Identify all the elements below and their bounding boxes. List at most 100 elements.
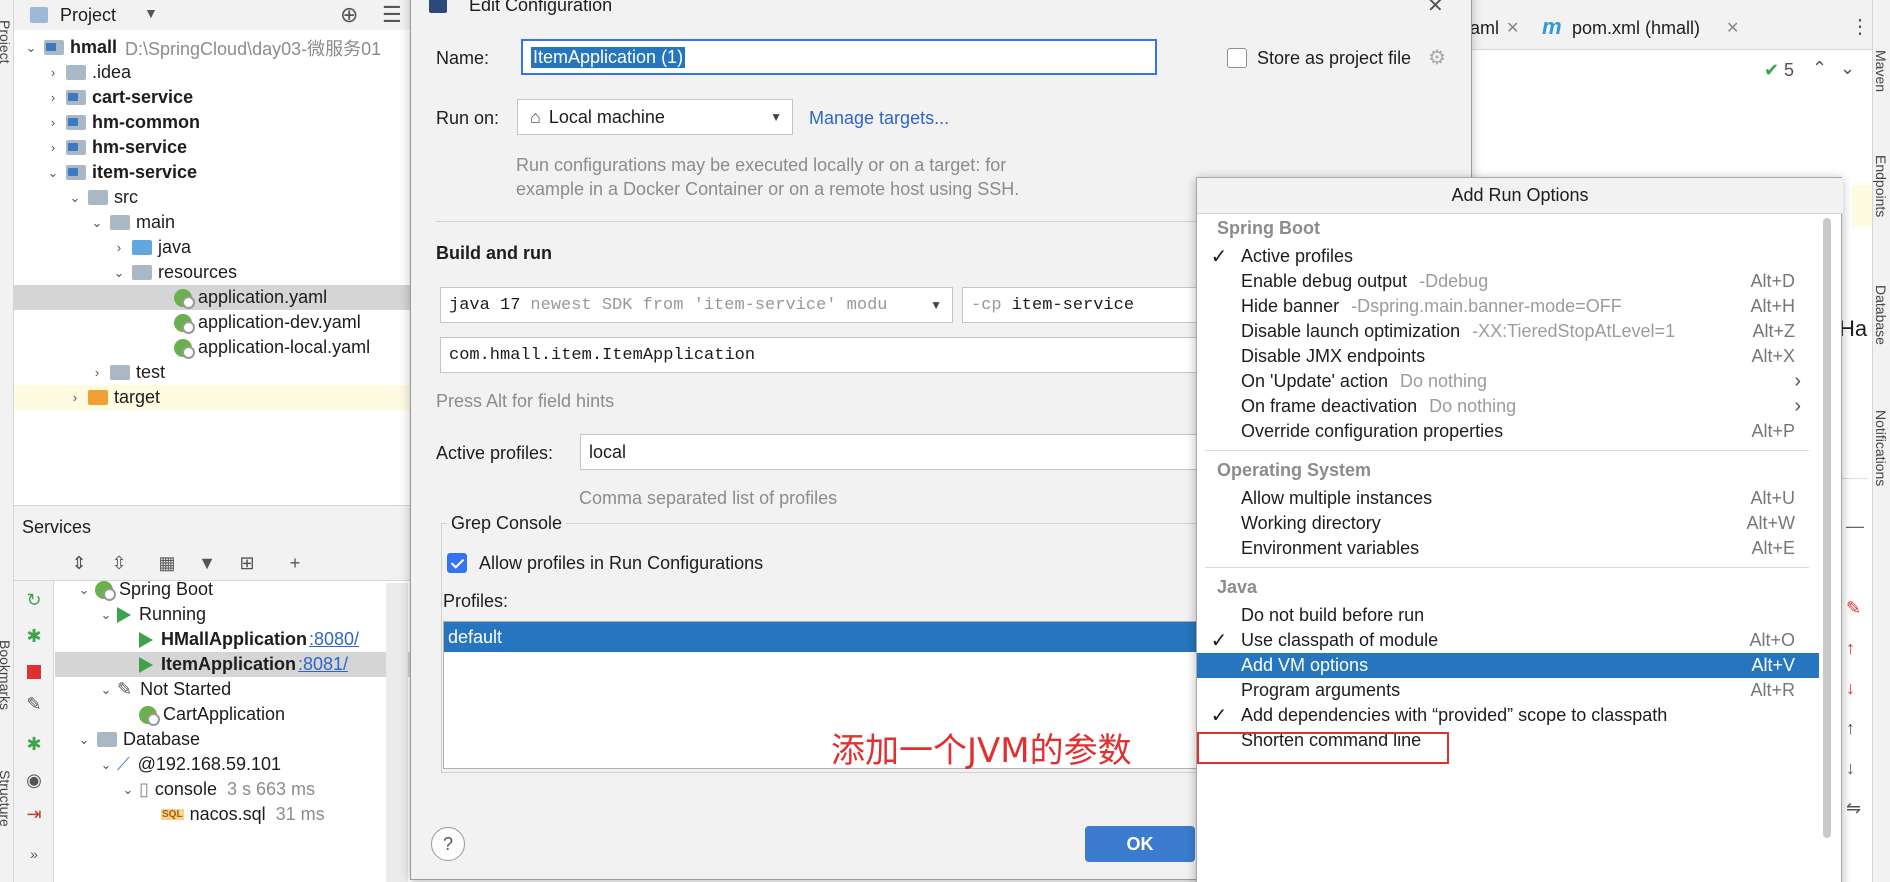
run-option-item[interactable]: Allow multiple instances Alt+U [1197,486,1819,511]
manage-targets-link[interactable]: Manage targets... [809,108,949,129]
project-tool-tab[interactable]: Project [0,20,13,64]
project-tree-item[interactable]: › target [14,385,412,410]
run-option-item[interactable]: Environment variables Alt+E [1197,536,1819,561]
project-tree-item[interactable]: application.yaml [14,285,412,310]
project-tree-item[interactable]: ⌄ hmall D:\SpringCloud\day03-微服务01 [14,35,412,60]
project-tree-item[interactable]: ⌄ item-service [14,160,412,185]
next-icon[interactable]: ⌄ [1840,58,1855,79]
gear-icon[interactable]: ⚙ [1428,45,1446,70]
services-tree-item[interactable]: ⌄ ✎ Not Started [55,677,412,702]
classpath-module-select[interactable]: -cp item-service [962,287,1202,323]
minimize-icon[interactable]: — [1846,516,1864,537]
chevron-down-icon[interactable]: ⌄ [77,732,91,748]
chevron-down-icon[interactable]: ⌄ [112,265,126,281]
project-tree-item[interactable]: ⌄ resources [14,260,412,285]
sdk-select[interactable]: java 17 newest SDK from 'item-service' m… [440,287,953,323]
chevron-right-icon[interactable]: › [46,115,60,130]
name-input[interactable]: ItemApplication (1) [521,39,1157,75]
services-tree-item[interactable]: CartApplication [55,702,412,727]
tab-yaml[interactable]: aml [1470,18,1499,39]
chevron-down-icon[interactable]: ⌄ [46,165,60,181]
chevron-right-icon[interactable]: › [46,90,60,105]
store-as-project-file-checkbox[interactable] [1227,48,1247,68]
chevron-down-icon[interactable]: ⌄ [24,40,38,56]
service-port-link[interactable]: :8080/ [309,629,359,650]
project-tree-item[interactable]: ⌄ main [14,210,412,235]
chevron-down-icon[interactable]: ⌄ [99,607,113,623]
project-tree-item[interactable]: › java [14,235,412,260]
run-option-item[interactable]: Do not build before run [1197,603,1819,628]
project-tree-item[interactable]: › hm-common [14,110,412,135]
run-option-item[interactable]: Hide banner -Dspring.main.banner-mode=OFF… [1197,294,1819,319]
more-icon[interactable]: ⋮ [1850,14,1870,39]
services-tree-item[interactable]: ⌄ Spring Boot [55,581,412,602]
project-tree-item[interactable]: › test [14,360,412,385]
previous-icon[interactable]: ⌃ [1812,58,1827,79]
ok-button[interactable]: OK [1085,826,1195,862]
notifications-tool-tab[interactable]: Notifications [1873,410,1889,486]
chevron-down-icon[interactable]: ⌄ [99,682,113,698]
structure-tool-tab[interactable]: Structure [0,770,13,827]
filter-icon[interactable]: ▼ [196,552,218,574]
close-icon[interactable]: ✕ [1726,18,1739,38]
chevron-down-icon[interactable]: ⌄ [90,215,104,231]
run-option-item[interactable]: Add VM options Alt+V [1197,653,1819,678]
more-icon[interactable]: » [23,843,45,865]
collapse-all-icon[interactable]: ⇳ [108,552,130,574]
edit-icon[interactable]: ✎ [1846,598,1861,619]
bookmarks-tool-tab[interactable]: Bookmarks [0,640,13,710]
expand-all-icon[interactable]: ⇕ [68,552,90,574]
project-tree-item[interactable]: application-local.yaml [14,335,412,360]
services-scrollbar[interactable] [386,583,408,882]
new-tab-icon[interactable]: ⊞ [236,552,258,574]
run-option-item[interactable]: ✓ Active profiles [1197,244,1819,269]
run-option-item[interactable]: Program arguments Alt+R [1197,678,1819,703]
database-tool-tab[interactable]: Database [1873,285,1889,345]
allow-profiles-checkbox[interactable] [447,553,467,573]
arrow-down-icon[interactable]: ↓ [1846,678,1855,699]
help-button[interactable]: ? [431,827,465,861]
close-icon[interactable]: ✕ [1506,18,1519,38]
project-panel-title[interactable]: Project [60,5,116,26]
inspection-ok-icon[interactable]: ✔ [1764,60,1779,81]
run-option-item[interactable]: ✓ Add dependencies with “provided” scope … [1197,703,1819,728]
project-tree-item[interactable]: ⌄ src [14,185,412,210]
wrench-icon[interactable]: ✎ [23,693,45,715]
attach-icon[interactable]: ✱ [23,733,45,755]
maven-tool-tab[interactable]: Maven [1873,50,1889,92]
run-option-item[interactable]: On frame deactivation Do nothing › [1197,394,1819,419]
rerun-icon[interactable]: ↻ [23,589,45,611]
chevron-down-icon[interactable]: ▼ [144,5,158,21]
chevron-down-icon[interactable]: ⌄ [77,582,91,598]
run-option-item[interactable]: On 'Update' action Do nothing › [1197,369,1819,394]
tab-pom-xml[interactable]: pom.xml (hmall) [1572,18,1700,39]
run-option-item[interactable]: ✓ Use classpath of module Alt+O [1197,628,1819,653]
profiles-list-item[interactable]: default [444,622,1202,652]
services-tree-item[interactable]: ⌄ Database [55,727,412,752]
chevron-right-icon[interactable]: › [46,65,60,80]
services-tree-item[interactable]: ⌄ Running [55,602,412,627]
add-service-icon[interactable]: + [284,552,306,574]
arrow-up-icon[interactable]: ↑ [1846,718,1855,739]
services-tree-item[interactable]: HMallApplication:8080/ [55,627,412,652]
active-profiles-input[interactable]: local [580,434,1202,470]
locate-icon[interactable]: ⊕ [340,2,358,28]
chevron-down-icon[interactable]: ⌄ [99,757,113,773]
services-tree-item[interactable]: SQL nacos.sql 31 ms [55,802,412,827]
project-tree-item[interactable]: › .idea [14,60,412,85]
run-on-select[interactable]: ⌂ Local machine ▼ [517,99,793,135]
chevron-right-icon[interactable]: › [112,240,126,255]
chevron-right-icon[interactable]: › [90,365,104,380]
exit-icon[interactable]: ⇥ [23,803,45,825]
run-option-item[interactable]: Override configuration properties Alt+P [1197,419,1819,444]
run-option-item[interactable]: Working directory Alt+W [1197,511,1819,536]
close-icon[interactable]: ✕ [1427,0,1444,18]
popup-scrollbar[interactable] [1823,218,1831,838]
chevron-down-icon[interactable]: ⌄ [121,782,135,798]
endpoints-tool-tab[interactable]: Endpoints [1873,155,1889,217]
project-tree-item[interactable]: › hm-service [14,135,412,160]
wrap-icon[interactable]: ⇋ [1846,798,1861,819]
services-tree-item[interactable]: ⌄ ⟋ @192.168.59.101 [55,752,412,777]
chevron-right-icon[interactable]: › [46,140,60,155]
camera-icon[interactable]: ◉ [23,769,45,791]
